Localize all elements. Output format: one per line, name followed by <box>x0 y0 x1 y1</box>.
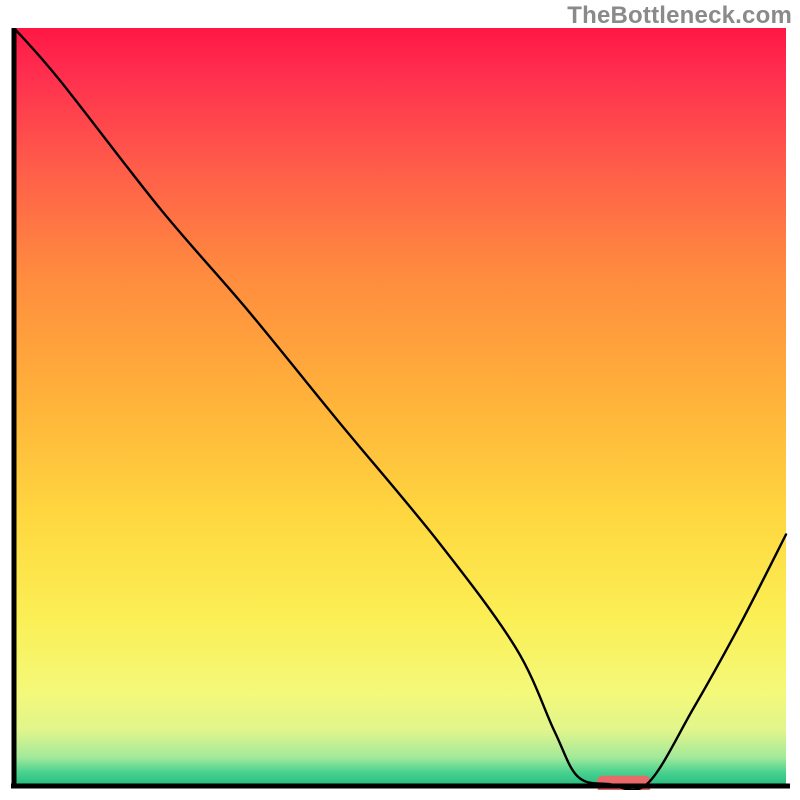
chart-svg <box>10 28 790 790</box>
gradient-background <box>14 28 786 784</box>
watermark-text: TheBottleneck.com <box>567 2 792 30</box>
plot-frame <box>10 28 790 790</box>
chart-container: TheBottleneck.com <box>0 0 800 800</box>
plot-area <box>14 28 786 790</box>
